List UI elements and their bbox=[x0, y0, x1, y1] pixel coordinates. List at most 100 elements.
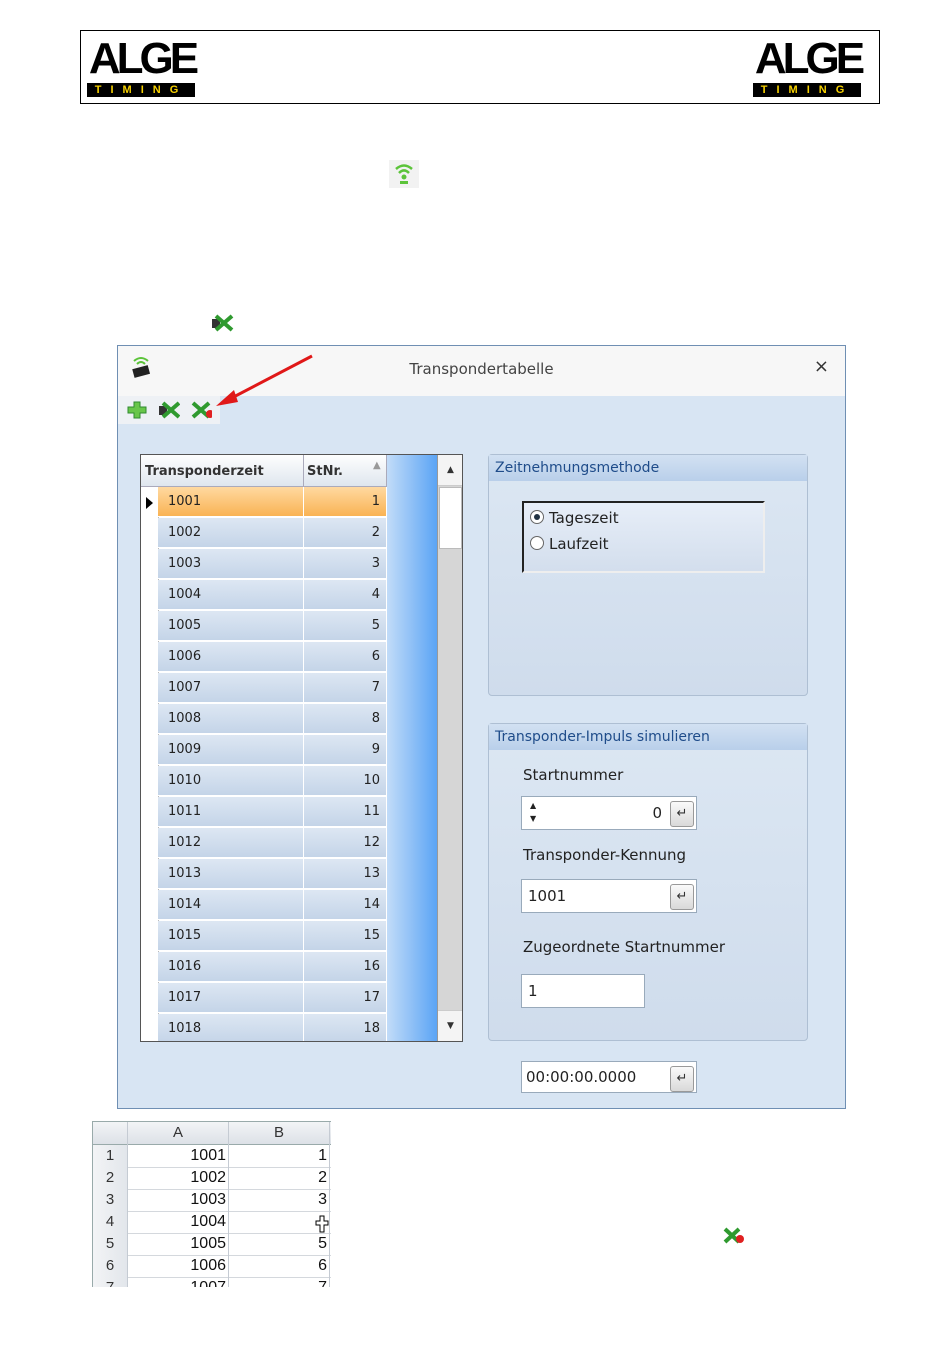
transponder-grid[interactable]: Transponderzeit StNr. ▲ 1001 1 1002 2 1003 3 1… bbox=[140, 454, 463, 1042]
table-row[interactable]: 1011 11 bbox=[141, 797, 387, 828]
grid-scrollbar[interactable]: ▲ ▼ bbox=[437, 455, 462, 1041]
scroll-down-icon[interactable]: ▼ bbox=[438, 1010, 462, 1041]
radio-laufzeit[interactable]: Laufzeit bbox=[530, 535, 609, 553]
table-row[interactable]: 1017 17 bbox=[141, 983, 387, 1014]
cell-stnr[interactable]: 7 bbox=[304, 673, 386, 703]
row-selector[interactable] bbox=[141, 487, 159, 518]
excel-row-number: 1 bbox=[93, 1145, 127, 1167]
excel-column-b: B bbox=[273, 1124, 284, 1141]
cell-transponderzeit[interactable]: 1003 bbox=[158, 549, 303, 579]
table-row[interactable]: 1007 7 bbox=[141, 673, 387, 704]
cell-stnr[interactable]: 5 bbox=[304, 611, 386, 641]
column-header-transponderzeit[interactable]: Transponderzeit bbox=[145, 464, 264, 479]
row-selector[interactable] bbox=[141, 797, 159, 828]
table-row[interactable]: 1004 4 bbox=[141, 580, 387, 611]
cell-stnr[interactable]: 13 bbox=[304, 859, 386, 889]
row-selector[interactable] bbox=[141, 890, 159, 921]
cell-transponderzeit[interactable]: 1010 bbox=[158, 766, 303, 796]
cell-stnr[interactable]: 2 bbox=[304, 518, 386, 548]
cell-transponderzeit[interactable]: 1004 bbox=[158, 580, 303, 610]
row-selector[interactable] bbox=[141, 549, 159, 580]
time-enter-button[interactable]: ↵ bbox=[670, 1066, 694, 1092]
column-header-stnr[interactable]: StNr. bbox=[307, 464, 343, 479]
row-selector[interactable] bbox=[141, 642, 159, 673]
table-row[interactable]: 1008 8 bbox=[141, 704, 387, 735]
cell-stnr[interactable]: 8 bbox=[304, 704, 386, 734]
cell-stnr[interactable]: 18 bbox=[304, 1014, 386, 1041]
table-row[interactable]: 1002 2 bbox=[141, 518, 387, 549]
table-row[interactable]: 1016 16 bbox=[141, 952, 387, 983]
cell-stnr[interactable]: 3 bbox=[304, 549, 386, 579]
cell-stnr[interactable]: 9 bbox=[304, 735, 386, 765]
kennung-enter-button[interactable]: ↵ bbox=[670, 884, 694, 910]
cell-stnr[interactable]: 17 bbox=[304, 983, 386, 1013]
add-icon[interactable] bbox=[126, 400, 148, 420]
cell-transponderzeit[interactable]: 1013 bbox=[158, 859, 303, 889]
startnummer-stepper[interactable]: ▲ ▼ 0 ↵ bbox=[521, 796, 697, 830]
close-icon[interactable]: × bbox=[814, 356, 829, 377]
row-selector[interactable] bbox=[141, 673, 159, 704]
spinner-arrows-icon[interactable]: ▲ ▼ bbox=[530, 799, 536, 825]
row-selector[interactable] bbox=[141, 828, 159, 859]
table-row[interactable]: 1006 6 bbox=[141, 642, 387, 673]
cell-transponderzeit[interactable]: 1007 bbox=[158, 673, 303, 703]
cell-transponderzeit[interactable]: 1005 bbox=[158, 611, 303, 641]
cell-stnr[interactable]: 6 bbox=[304, 642, 386, 672]
row-selector[interactable] bbox=[141, 580, 159, 611]
table-row[interactable]: 1014 14 bbox=[141, 890, 387, 921]
cell-transponderzeit[interactable]: 1018 bbox=[158, 1014, 303, 1041]
table-row[interactable]: 1010 10 bbox=[141, 766, 387, 797]
wifi-signal-icon bbox=[389, 160, 419, 188]
row-selector[interactable] bbox=[141, 921, 159, 952]
row-selector[interactable] bbox=[141, 704, 159, 735]
scroll-thumb[interactable] bbox=[439, 487, 462, 549]
table-row[interactable]: 1012 12 bbox=[141, 828, 387, 859]
cell-transponderzeit[interactable]: 1001 bbox=[158, 487, 303, 517]
row-selector[interactable] bbox=[141, 983, 159, 1014]
cell-transponderzeit[interactable]: 1006 bbox=[158, 642, 303, 672]
table-row[interactable]: 1018 18 bbox=[141, 1014, 387, 1041]
table-row[interactable]: 1015 15 bbox=[141, 921, 387, 952]
row-selector[interactable] bbox=[141, 611, 159, 642]
cell-transponderzeit[interactable]: 1015 bbox=[158, 921, 303, 951]
cell-stnr[interactable]: 1 bbox=[304, 487, 386, 517]
row-selector[interactable] bbox=[141, 766, 159, 797]
cell-transponderzeit[interactable]: 1014 bbox=[158, 890, 303, 920]
table-row[interactable]: 1009 9 bbox=[141, 735, 387, 766]
radio-tageszeit[interactable]: Tageszeit bbox=[530, 509, 619, 527]
cell-stnr[interactable]: 4 bbox=[304, 580, 386, 610]
cell-stnr[interactable]: 11 bbox=[304, 797, 386, 827]
scroll-up-icon[interactable]: ▲ bbox=[438, 455, 462, 486]
excel-row: 4 1004 bbox=[93, 1211, 331, 1234]
cell-stnr[interactable]: 14 bbox=[304, 890, 386, 920]
cell-transponderzeit[interactable]: 1017 bbox=[158, 983, 303, 1013]
delete-icon[interactable] bbox=[158, 400, 180, 420]
table-row[interactable]: 1003 3 bbox=[141, 549, 387, 580]
table-row[interactable]: 1001 1 bbox=[141, 487, 387, 518]
cell-stnr[interactable]: 12 bbox=[304, 828, 386, 858]
excel-row-number: 2 bbox=[93, 1167, 127, 1189]
cell-stnr[interactable]: 10 bbox=[304, 766, 386, 796]
row-selector[interactable] bbox=[141, 518, 159, 549]
transponder-kennung-input[interactable]: 1001 ↵ bbox=[521, 879, 697, 913]
row-selector[interactable] bbox=[141, 859, 159, 890]
cell-stnr[interactable]: 16 bbox=[304, 952, 386, 982]
row-selector[interactable] bbox=[141, 952, 159, 983]
cell-transponderzeit[interactable]: 1012 bbox=[158, 828, 303, 858]
startnummer-enter-button[interactable]: ↵ bbox=[670, 801, 694, 827]
cell-transponderzeit[interactable]: 1002 bbox=[158, 518, 303, 548]
grid-rows: 1001 1 1002 2 1003 3 1004 4 1005 5 1006 6 1007 7 1008 8… bbox=[141, 487, 387, 1041]
cell-transponderzeit[interactable]: 1008 bbox=[158, 704, 303, 734]
row-selector[interactable] bbox=[141, 1014, 159, 1041]
cell-transponderzeit[interactable]: 1009 bbox=[158, 735, 303, 765]
table-row[interactable]: 1005 5 bbox=[141, 611, 387, 642]
delete-all-icon[interactable] bbox=[190, 400, 212, 420]
time-input[interactable]: 00:00:00.0000 ↵ bbox=[521, 1061, 697, 1093]
grid-header: Transponderzeit StNr. ▲ bbox=[141, 455, 387, 487]
cell-transponderzeit[interactable]: 1011 bbox=[158, 797, 303, 827]
row-selector[interactable] bbox=[141, 735, 159, 766]
alge-logo-left: ALGE TIMING bbox=[87, 34, 199, 97]
cell-transponderzeit[interactable]: 1016 bbox=[158, 952, 303, 982]
cell-stnr[interactable]: 15 bbox=[304, 921, 386, 951]
table-row[interactable]: 1013 13 bbox=[141, 859, 387, 890]
